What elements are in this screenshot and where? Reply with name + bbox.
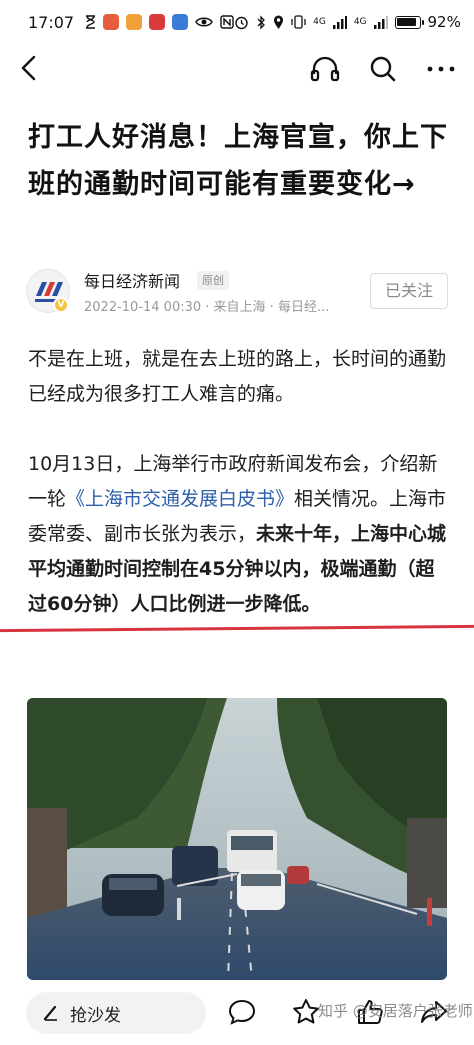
signal-icon <box>373 15 388 29</box>
vibrate-icon <box>291 15 306 29</box>
hourglass-icon <box>86 15 96 29</box>
app-notification-icon <box>126 14 143 30</box>
zhihu-watermark: 知乎 @安居落户张老师 <box>318 1002 473 1020</box>
red-underline-annotation <box>0 624 474 633</box>
paragraph-1: 不是在上班，就是在去上班的路上，长时间的通勤已经成为很多打工人难言的痛。 <box>28 348 447 405</box>
app-notification-icon <box>103 14 120 30</box>
network-type-1: 4G <box>313 17 326 27</box>
follow-button[interactable]: 已关注 <box>370 273 448 309</box>
search-icon[interactable] <box>366 52 400 86</box>
comment-input[interactable]: 抢沙发 <box>26 992 206 1034</box>
article-title: 打工人好消息！上海官宣，你上下班的通勤时间可能有重要变化→ <box>28 122 448 200</box>
app-notification-icon <box>172 14 189 30</box>
pen-icon <box>43 1005 57 1021</box>
article-photo[interactable] <box>27 698 447 980</box>
bluetooth-icon <box>257 14 266 30</box>
author-name[interactable]: 每日经济新闻 <box>84 268 180 292</box>
top-nav-bar <box>0 44 474 92</box>
whitepaper-link[interactable]: 《上海市交通发展白皮书》 <box>66 488 294 510</box>
comment-icon[interactable] <box>226 996 258 1028</box>
app-notification-icon <box>149 14 166 30</box>
battery-percent: 92% <box>427 13 461 31</box>
alarm-icon <box>235 16 248 29</box>
signal-icon <box>332 15 347 29</box>
headset-icon[interactable] <box>308 52 342 86</box>
original-badge: 原创 <box>197 271 229 290</box>
status-time: 17:07 <box>28 12 75 32</box>
location-icon <box>274 15 284 29</box>
network-type-2: 4G <box>353 17 367 27</box>
battery-icon <box>394 15 424 29</box>
eye-icon <box>195 17 213 27</box>
comment-placeholder: 抢沙发 <box>70 1005 121 1026</box>
more-icon[interactable] <box>422 52 460 86</box>
verified-badge: V <box>53 297 69 313</box>
back-arrow-icon[interactable] <box>14 52 46 84</box>
status-bar: 17:07 4G 4G 92% <box>0 0 474 44</box>
nfc-icon <box>220 15 234 29</box>
bottom-action-bar: 抢沙发 知乎 @安居落户张老师 <box>0 982 474 1045</box>
article-meta: 2022-10-14 00:30 · 来自上海 · 每日经... <box>84 300 330 315</box>
paragraph-2: 10月13日，上海举行市政府新闻发布会，介绍新一轮《上海市交通发展白皮书》相关情… <box>28 447 452 622</box>
